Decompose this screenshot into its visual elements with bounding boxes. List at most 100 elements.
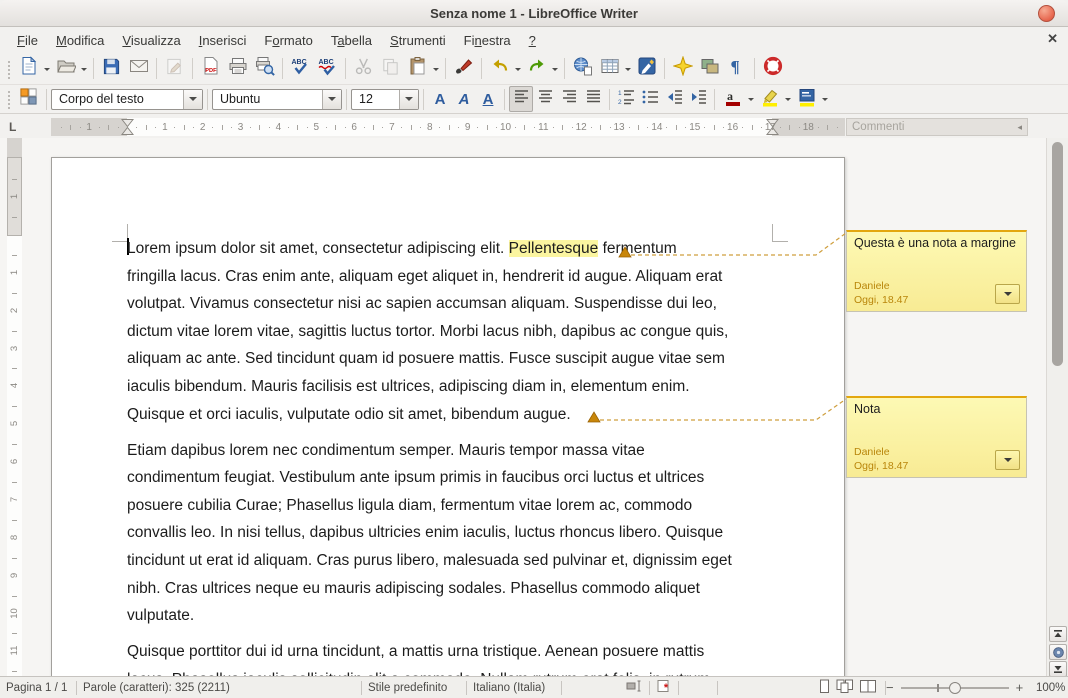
document-text[interactable]: Lorem ipsum dolor sit amet, consectetur … (127, 235, 732, 676)
styles-button[interactable] (15, 86, 42, 112)
page-number-status[interactable]: Pagina 1 / 1 (0, 682, 76, 694)
undo-dropdown[interactable] (513, 56, 523, 82)
menu-tabella[interactable]: Tabella (322, 30, 381, 51)
paste-button[interactable] (404, 56, 431, 82)
gallery-button[interactable] (696, 56, 723, 82)
save-button[interactable] (98, 56, 125, 82)
font-color-button[interactable]: a (719, 86, 746, 112)
font-name-value[interactable]: Ubuntu (213, 92, 322, 106)
increase-indent-button[interactable] (686, 86, 710, 112)
vertical-scrollbar[interactable] (1046, 138, 1068, 676)
align-center-button[interactable] (533, 86, 557, 112)
selection-mode-icon[interactable] (620, 680, 649, 695)
page-style-status[interactable]: Stile predefinito (362, 682, 466, 694)
open-dropdown[interactable] (79, 56, 89, 82)
scrollbar-thumb[interactable] (1052, 142, 1063, 366)
undo-button[interactable] (486, 56, 513, 82)
menu-formato[interactable]: Formato (255, 30, 321, 51)
vertical-ruler[interactable]: 12345678910111 (7, 138, 22, 676)
menu-finestra[interactable]: Finestra (455, 30, 520, 51)
paragraph-style-dropdown[interactable] (183, 90, 202, 109)
email-button[interactable] (125, 56, 152, 82)
new-document-dropdown[interactable] (42, 56, 52, 82)
horizontal-ruler[interactable]: 1234567891011121314151617181 (51, 118, 845, 136)
clone-formatting-button[interactable] (450, 56, 477, 82)
font-name-combobox[interactable]: Ubuntu (212, 89, 342, 110)
bold-button[interactable]: A (428, 86, 452, 112)
paragraph-style-combobox[interactable]: Corpo del testo (51, 89, 203, 110)
hyperlink-button[interactable] (569, 56, 596, 82)
help-button[interactable] (759, 56, 786, 82)
insert-table-dropdown[interactable] (623, 56, 633, 82)
justify-button[interactable] (581, 86, 605, 112)
language-status[interactable]: Italiano (Italia) (467, 682, 561, 694)
menu-help[interactable]: ? (520, 30, 545, 51)
zoom-out-icon[interactable]: − (886, 680, 894, 695)
redo-button[interactable] (523, 56, 550, 82)
paste-dropdown[interactable] (431, 56, 441, 82)
comments-ruler-button[interactable]: Commenti ◂ (846, 118, 1028, 136)
word-count-status[interactable]: Parole (caratteri): 325 (2211) (77, 682, 361, 694)
previous-page-button[interactable] (1049, 626, 1067, 642)
indent-marker[interactable] (121, 118, 134, 136)
menu-strumenti[interactable]: Strumenti (381, 30, 455, 51)
tab-stop-selector[interactable]: L (9, 120, 16, 134)
spelling-button[interactable]: ABC (287, 56, 314, 82)
open-button[interactable] (52, 56, 79, 82)
multi-page-view-icon[interactable] (836, 679, 854, 697)
paragraph-background-dropdown[interactable] (820, 86, 830, 112)
comment-menu-button[interactable] (995, 284, 1020, 304)
bullet-list-button[interactable] (638, 86, 662, 112)
highlighting-button[interactable] (756, 86, 783, 112)
font-name-dropdown[interactable] (322, 90, 341, 109)
margin-comment-2[interactable]: Nota Daniele Oggi, 18.47 (846, 396, 1027, 478)
underline-button[interactable]: A (476, 86, 500, 112)
paragraph-background-button[interactable] (793, 86, 820, 112)
font-size-combobox[interactable]: 12 (351, 89, 419, 110)
document-page[interactable]: Lorem ipsum dolor sit amet, consectetur … (51, 157, 845, 676)
numbered-list-button[interactable]: 12 (614, 86, 638, 112)
next-page-button[interactable] (1049, 661, 1067, 676)
draw-functions-button[interactable] (633, 56, 660, 82)
menu-inserisci[interactable]: Inserisci (190, 30, 256, 51)
zoom-level[interactable]: 100% (1036, 682, 1068, 694)
font-size-value[interactable]: 12 (352, 92, 399, 106)
auto-spellcheck-button[interactable]: ABC (314, 56, 341, 82)
navigator-button[interactable] (669, 56, 696, 82)
export-pdf-button[interactable]: PDF (197, 56, 224, 82)
comment-text[interactable]: Nota (854, 402, 1019, 416)
margin-comment-1[interactable]: Questa è una nota a margine Daniele Oggi… (846, 230, 1027, 312)
collapse-comments-icon[interactable]: ◂ (1017, 122, 1022, 133)
decrease-indent-button[interactable] (662, 86, 686, 112)
toolbar-grip[interactable] (6, 59, 12, 79)
redo-dropdown[interactable] (550, 56, 560, 82)
comment-menu-button[interactable] (995, 450, 1020, 470)
single-page-view-icon[interactable] (818, 679, 831, 697)
menu-file[interactable]: File (8, 30, 47, 51)
formatting-marks-button[interactable]: ¶ (723, 56, 750, 82)
navigation-button[interactable] (1049, 644, 1067, 660)
book-view-icon[interactable] (859, 679, 877, 697)
align-left-button[interactable] (509, 86, 533, 112)
zoom-slider[interactable]: − + (886, 680, 1036, 695)
new-document-button[interactable] (15, 56, 42, 82)
insert-table-button[interactable] (596, 56, 623, 82)
window-close-button[interactable] (1038, 5, 1055, 22)
font-size-dropdown[interactable] (399, 90, 418, 109)
print-button[interactable] (224, 56, 251, 82)
print-preview-button[interactable] (251, 56, 278, 82)
comment-text[interactable]: Questa è una nota a margine (854, 236, 1019, 250)
italic-button[interactable]: A (452, 86, 476, 112)
document-modified-icon[interactable]: * (650, 679, 678, 696)
toolbar-grip[interactable] (6, 89, 12, 109)
align-right-button[interactable] (557, 86, 581, 112)
zoom-slider-knob[interactable] (949, 682, 961, 694)
highlighting-dropdown[interactable] (783, 86, 793, 112)
menu-visualizza[interactable]: Visualizza (113, 30, 189, 51)
paragraph-style-value[interactable]: Corpo del testo (52, 92, 183, 106)
font-color-dropdown[interactable] (746, 86, 756, 112)
zoom-in-icon[interactable]: + (1016, 680, 1024, 695)
menu-modifica[interactable]: Modifica (47, 30, 113, 51)
highlighted-comment-range[interactable]: Pellentesque (509, 240, 599, 257)
document-close-icon[interactable]: ✕ (1047, 31, 1058, 47)
